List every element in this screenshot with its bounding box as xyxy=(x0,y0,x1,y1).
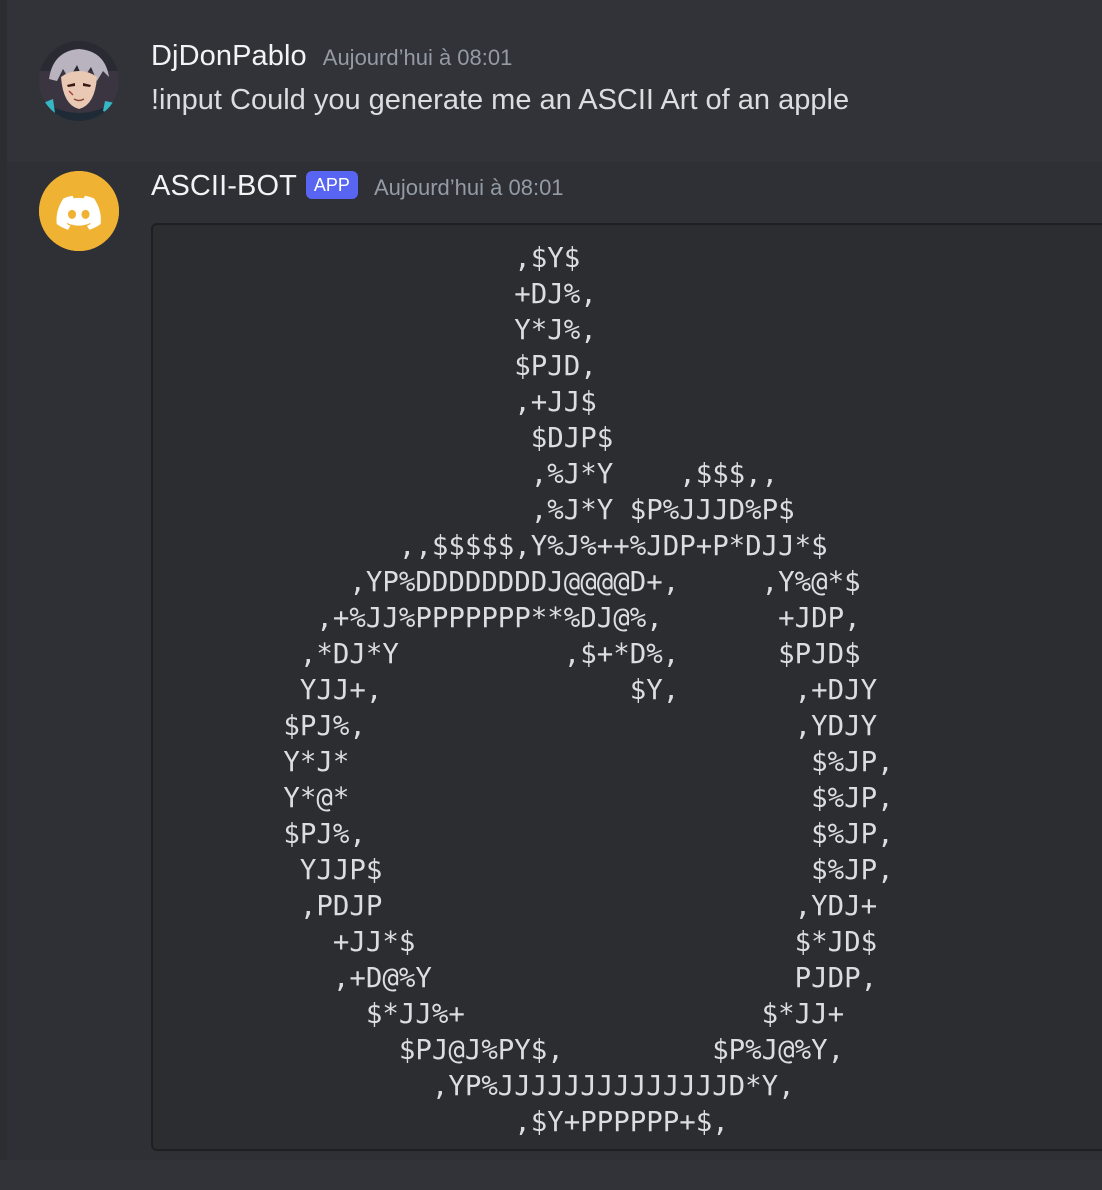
discord-logo-icon xyxy=(39,171,119,251)
ascii-art: ,$Y$ +DJ%, Y*J%, $PJD, ,+JJ$ $DJP$ ,%J*Y… xyxy=(283,243,894,1138)
user-avatar-anime-icon xyxy=(39,41,119,121)
message-user[interactable]: DjDonPablo Aujourd’hui à 08:01 !input Co… xyxy=(7,0,1102,162)
message-content: !input Could you generate me an ASCII Ar… xyxy=(151,84,850,116)
message-header: ASCII-BOT APP Aujourd’hui à 08:01 xyxy=(151,170,564,203)
username[interactable]: ASCII-BOT xyxy=(151,170,297,203)
timestamp: Aujourd’hui à 08:01 xyxy=(322,45,513,70)
code-block[interactable]: ,$Y$ +DJ%, Y*J%, $PJD, ,+JJ$ $DJP$ ,%J*Y… xyxy=(151,223,1102,1151)
message-list-bottom xyxy=(0,1160,1102,1190)
username[interactable]: DjDonPablo xyxy=(151,40,307,73)
sidebar-edge xyxy=(0,0,7,1190)
message-header: DjDonPablo Aujourd’hui à 08:01 xyxy=(151,40,512,73)
app-badge: APP xyxy=(305,171,358,199)
avatar[interactable] xyxy=(39,41,119,121)
message-bot[interactable]: ASCII-BOT APP Aujourd’hui à 08:01 ,$Y$ +… xyxy=(7,162,1102,1160)
timestamp: Aujourd’hui à 08:01 xyxy=(373,175,564,200)
avatar[interactable] xyxy=(39,171,119,251)
